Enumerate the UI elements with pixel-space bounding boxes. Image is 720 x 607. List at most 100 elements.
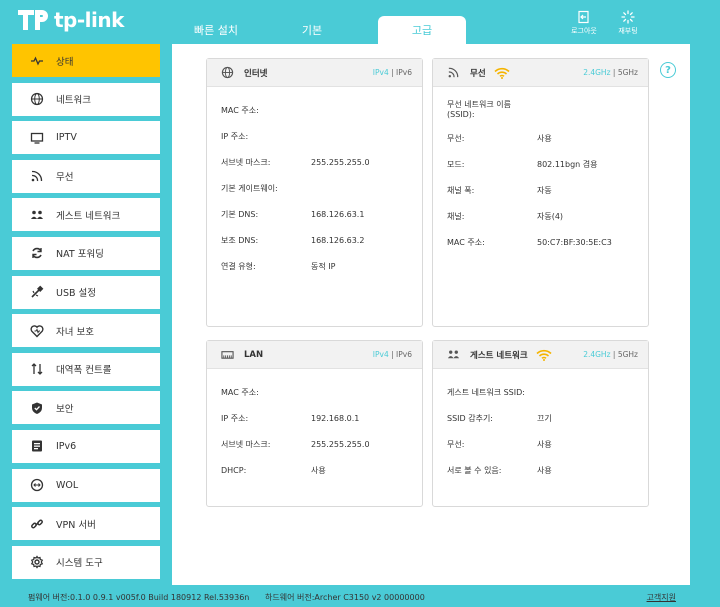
row-value: 동적 IP <box>311 261 336 271</box>
ipv6-link[interactable]: IPv6 <box>396 350 412 359</box>
wireless-rows: 무선 네트워크 이름 (SSID): 무선: 사용 모드: 802.11bgn 겸용… <box>433 87 648 265</box>
sidebar-item-label: 네트워크 <box>56 95 91 107</box>
sidebar-item-iptv[interactable]: IPTV <box>12 121 160 155</box>
support-link[interactable]: 고객지원 <box>647 592 676 603</box>
info-row: 모드: 802.11bgn 겸용 <box>447 151 634 177</box>
info-row: 서브넷 마스크: 255.255.255.0 <box>221 431 408 457</box>
card-title: 게스트 네트워크 <box>470 350 528 361</box>
sidebar-item-nat-forwarding[interactable]: NAT 포워딩 <box>12 236 160 270</box>
row-value: 사용 <box>537 133 552 143</box>
info-row: IP 주소: <box>221 123 408 149</box>
sidebar-item-wol[interactable]: WOL <box>12 468 160 502</box>
sidebar-item-label: 대역폭 컨트롤 <box>56 365 112 377</box>
wifi-signal-icon <box>536 349 552 361</box>
lan-card-header: LAN IPv4 | IPv6 <box>207 341 422 369</box>
footer: 펌웨어 버전:0.1.0 0.9.1 v005f.0 Build 180912 … <box>0 585 720 607</box>
tp-link-logo[interactable]: tp-link <box>14 6 124 34</box>
pulse-icon <box>31 55 43 66</box>
guest-network-card: 게스트 네트워크 2.4GHz | 5GHz 게스트 네트워크 SSID: SS… <box>432 340 649 507</box>
gear-icon <box>30 555 44 569</box>
info-row: 게스트 네트워크 SSID: <box>447 379 634 405</box>
link-separator: | <box>391 350 394 359</box>
tab-quick-setup[interactable]: 빠른 설치 <box>168 16 264 44</box>
heart-icon <box>30 324 44 338</box>
row-value: 자동(4) <box>537 211 564 221</box>
row-value: 사용 <box>537 465 552 475</box>
wireless-icon <box>448 67 459 78</box>
top-actions: 로그아웃 재부팅 <box>562 10 650 36</box>
row-label: 무선 네트워크 이름 <box>447 100 511 109</box>
row-value: 168.126.63.2 <box>311 235 365 245</box>
sidebar-item-status[interactable]: 상태 <box>12 44 160 77</box>
sidebar-item-guest-network[interactable]: 게스트 네트워크 <box>12 198 160 232</box>
sidebar-item-label: VPN 서버 <box>56 519 96 531</box>
wireless-card: 무선 2.4GHz | 5GHz 무선 네트워크 이름 (SSID): 무선: 사… <box>432 58 649 327</box>
row-label: 기본 게이트웨이: <box>221 183 278 193</box>
sidebar-item-ipv6[interactable]: IPv6 <box>12 429 160 463</box>
sidebar-item-label: USB 설정 <box>56 288 97 300</box>
sidebar-item-label: NAT 포워딩 <box>56 249 104 261</box>
sidebar-item-label: 게스트 네트워크 <box>56 210 121 222</box>
row-label: MAC 주소: <box>447 237 485 247</box>
sidebar-item-label: WOL <box>56 479 79 491</box>
info-row: 무선: 사용 <box>447 125 634 151</box>
ipv6-link[interactable]: IPv6 <box>396 68 412 77</box>
reboot-button[interactable]: 재부팅 <box>606 10 650 36</box>
sidebar-item-label: IPv6 <box>56 440 77 452</box>
row-label: 채널 폭: <box>447 185 475 195</box>
lan-card: LAN IPv4 | IPv6 MAC 주소: IP 주소: 192.168.0.… <box>206 340 423 507</box>
row-label: SSID 감추기: <box>447 413 493 423</box>
info-row: DHCP: 사용 <box>221 457 408 483</box>
tab-basic[interactable]: 기본 <box>264 16 360 44</box>
internet-card-header: 인터넷 IPv4 | IPv6 <box>207 59 422 87</box>
band-5ghz-link[interactable]: 5GHz <box>618 350 638 359</box>
sidebar-item-bandwidth-control[interactable]: 대역폭 컨트롤 <box>12 352 160 386</box>
band-24ghz-link[interactable]: 2.4GHz <box>583 68 610 77</box>
globe-icon <box>221 66 234 79</box>
card-title: 인터넷 <box>244 68 268 79</box>
sidebar-item-vpn-server[interactable]: VPN 서버 <box>12 507 160 541</box>
row-value: 사용 <box>311 465 326 475</box>
info-row: MAC 주소: <box>221 97 408 123</box>
sidebar-item-network[interactable]: 네트워크 <box>12 82 160 116</box>
band-5ghz-link[interactable]: 5GHz <box>618 68 638 77</box>
tab-advanced[interactable]: 고급 <box>378 16 466 44</box>
bandwidth-icon <box>31 363 43 376</box>
nat-icon <box>32 248 42 259</box>
sidebar-item-label: IPTV <box>56 132 77 144</box>
info-row: SSID 감추기: 끄기 <box>447 405 634 431</box>
row-label: 기본 DNS: <box>221 209 259 219</box>
row-label: 채널: <box>447 211 465 221</box>
sidebar-item-parental-controls[interactable]: 자녀 보호 <box>12 314 160 348</box>
guest-icon <box>447 350 460 359</box>
globe-icon <box>30 92 44 106</box>
sidebar-item-system-tools[interactable]: 시스템 도구 <box>12 545 160 579</box>
lan-rows: MAC 주소: IP 주소: 192.168.0.1 서브넷 마스크: 255.25… <box>207 369 422 493</box>
ipv4-link[interactable]: IPv4 <box>373 350 389 359</box>
row-label: 보조 DNS: <box>221 235 259 245</box>
card-links: IPv4 | IPv6 <box>373 350 412 359</box>
card-links: 2.4GHz | 5GHz <box>583 350 638 359</box>
ipv4-link[interactable]: IPv4 <box>373 68 389 77</box>
info-row: MAC 주소: <box>221 379 408 405</box>
tp-link-logo-icon <box>14 6 50 34</box>
logout-button[interactable]: 로그아웃 <box>562 10 606 36</box>
row-value: 사용 <box>537 439 552 449</box>
ipv6-icon <box>32 440 42 452</box>
row-label: DHCP: <box>221 465 247 475</box>
row-label: MAC 주소: <box>221 387 259 397</box>
guest-icon <box>31 210 43 219</box>
row-label-sub: (SSID): <box>447 110 475 119</box>
band-24ghz-link[interactable]: 2.4GHz <box>583 350 610 359</box>
sidebar-item-security[interactable]: 보안 <box>12 391 160 425</box>
row-label: IP 주소: <box>221 413 249 423</box>
info-row: 서로 볼 수 있음: 사용 <box>447 457 634 483</box>
sidebar-item-wireless[interactable]: 무선 <box>12 159 160 193</box>
row-value: 자동 <box>537 185 552 195</box>
help-button[interactable]: ? <box>660 62 676 78</box>
info-row: 채널: 자동(4) <box>447 203 634 229</box>
sidebar-item-usb-settings[interactable]: USB 설정 <box>12 275 160 309</box>
monitor-icon <box>30 132 44 144</box>
link-separator: | <box>612 68 616 77</box>
sidebar-item-label: 시스템 도구 <box>56 558 103 570</box>
